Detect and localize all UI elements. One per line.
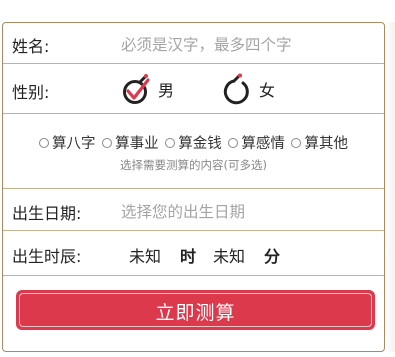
submit-button[interactable]: 立即测算	[16, 290, 375, 330]
option-other[interactable]: 算其他	[291, 132, 348, 153]
birth-date-row: 出生日期: 选择您的出生日期	[3, 189, 384, 231]
radio-icon	[291, 137, 302, 148]
gender-male-label: 男	[158, 81, 175, 100]
options-hint: 选择需要测算的内容(可多选)	[120, 158, 267, 172]
options-row: 算八字 算事业 算金钱 算感情 算其他 选择需要测算的内容(可多选)	[3, 114, 384, 189]
hour-select[interactable]: 未知	[129, 243, 161, 267]
gender-female-option[interactable]: 女	[221, 71, 275, 107]
radio-icon	[102, 137, 113, 148]
option-bazi[interactable]: 算八字	[39, 132, 96, 153]
submit-button-bg: 立即测算	[16, 290, 375, 330]
fortune-form: 姓名: 必须是汉字，最多四个字 性别: 男 女 算八字 算事业 算金钱 算感情 …	[2, 22, 385, 352]
hour-unit: 时	[180, 247, 197, 266]
name-label: 姓名:	[12, 37, 50, 56]
side-shadow	[385, 22, 395, 352]
option-label: 算其他	[304, 136, 348, 152]
option-label: 算感情	[241, 136, 285, 152]
radio-icon	[39, 137, 50, 148]
minute-select[interactable]: 未知	[213, 243, 245, 267]
submit-button-label: 立即测算	[155, 302, 236, 324]
option-label: 算八字	[52, 136, 96, 152]
option-money[interactable]: 算金钱	[165, 132, 222, 153]
option-love[interactable]: 算感情	[228, 132, 285, 153]
female-unselected-icon	[223, 73, 249, 105]
radio-icon	[228, 137, 239, 148]
name-row: 姓名: 必须是汉字，最多四个字	[3, 23, 384, 64]
option-label: 算金钱	[178, 136, 222, 152]
radio-icon	[165, 137, 176, 148]
option-label: 算事业	[115, 136, 159, 152]
name-input[interactable]: 必须是汉字，最多四个字	[121, 33, 292, 55]
minute-unit: 分	[264, 247, 281, 266]
options-list: 算八字 算事业 算金钱 算感情 算其他	[3, 132, 384, 153]
gender-male-option[interactable]: 男	[120, 71, 174, 107]
birth-date-label: 出生日期:	[12, 204, 82, 223]
male-selected-icon	[123, 74, 150, 104]
birth-time-label: 出生时辰:	[12, 247, 82, 266]
gender-label: 性别:	[12, 83, 50, 102]
gender-female-label: 女	[259, 81, 276, 100]
birth-time-row: 出生时辰: 未知 时 未知 分	[3, 231, 384, 276]
gender-row: 性别: 男 女	[3, 64, 384, 114]
birth-date-input[interactable]: 选择您的出生日期	[121, 200, 245, 222]
option-career[interactable]: 算事业	[102, 132, 159, 153]
